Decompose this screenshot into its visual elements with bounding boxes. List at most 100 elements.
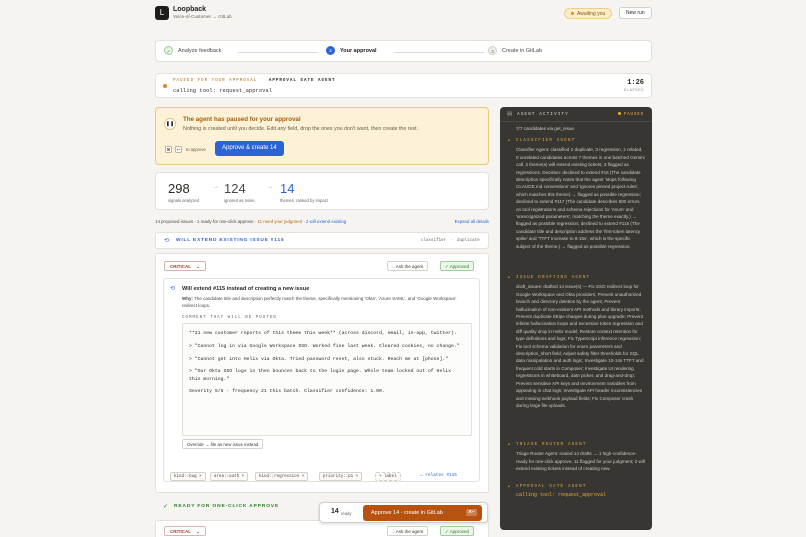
comment-body[interactable]: **21 new customer reports of this theme … — [182, 323, 472, 436]
app-logo: L — [155, 6, 169, 20]
tool-line: calling tool: request_approval — [173, 87, 273, 94]
signal-counts: 298 signals analyzed → 124 ignored as no… — [155, 172, 489, 210]
step-create[interactable]: 3 Create in GitLab — [488, 46, 542, 57]
check-icon: ✓ — [164, 46, 173, 56]
label-chip[interactable]: priority::p1 × — [319, 472, 363, 481]
new-run-button[interactable]: New run — [619, 7, 652, 19]
chevron-down-icon: ⌄ — [196, 264, 200, 269]
step-analyze[interactable]: ✓ Analyze feedback — [164, 46, 221, 57]
enter-key-icon: ↵ — [175, 146, 182, 153]
comment-title: COMMENT THAT WILL BE POSTED — [182, 316, 277, 320]
app-subtitle: Voice-of-Customer → GitLab — [173, 14, 232, 19]
entry-title: CLASSIFIER AGENT — [516, 139, 576, 143]
ask-agent-button[interactable]: ◌ Ask the agent — [387, 261, 429, 271]
expand-all-link[interactable]: Expand all details — [455, 219, 489, 224]
section-title: READY FOR ONE-CLICK APPROVE — [174, 504, 280, 509]
step-label: Analyze feedback — [178, 48, 222, 54]
panel-title: AGENT ACTIVITY — [517, 112, 569, 117]
ask-agent-button[interactable]: ◌ Ask the agent — [387, 526, 429, 536]
activity-entry: • ISSUE DRAFTING AGENT draft_issues: dra… — [508, 275, 645, 409]
shortcut-key-icon: ⌘↵ — [466, 509, 477, 516]
count-signals: 298 signals analyzed — [168, 181, 199, 203]
pause-icon: ❚❚ — [164, 118, 176, 130]
count-label: ignored as noise — [224, 198, 255, 203]
status-text: PAUSED FOR YOUR APPROVAL — [173, 79, 258, 83]
section-extend-header[interactable]: ⟲ WILL EXTEND EXISTING ISSUE #115 classi… — [155, 232, 489, 249]
step-approval[interactable]: 2 Your approval — [326, 46, 377, 57]
banner-title: The agent has paused for your approval — [183, 116, 301, 123]
chevron-down-icon: ⌄ — [196, 529, 200, 534]
add-label-button[interactable]: + label — [375, 472, 401, 481]
label-chip[interactable]: kind::bug × — [170, 472, 206, 481]
ask-agent-label: Ask the agent — [395, 264, 424, 269]
why-text: The candidate title and description perf… — [182, 296, 457, 308]
count-value: 124 — [224, 181, 246, 196]
approved-toggle[interactable]: ✓ Approved — [440, 526, 475, 536]
count-label: themes, ranked by impact — [280, 198, 328, 203]
step-connector — [238, 52, 318, 53]
entry-body: draft_issues: drafted 14 issue(s) — Fix … — [516, 284, 644, 408]
status-dot-icon — [163, 84, 167, 88]
activity-entry: • CLASSIFIER AGENT Classifier Agent: cla… — [508, 138, 645, 250]
elapsed-time: 1:26 — [627, 79, 644, 87]
step-connector — [394, 52, 484, 53]
arrow-right-icon: → — [213, 184, 219, 190]
agent-activity-panel[interactable]: ▤ AGENT ACTIVITY PAUSED 7/7 candidates v… — [500, 107, 652, 530]
cmd-key-icon: ⌘ — [165, 146, 172, 153]
status-dot-icon — [617, 112, 621, 116]
severity-select[interactable]: CRITICAL ⌄ — [164, 261, 206, 271]
label-chip[interactable]: area::auth × — [210, 472, 249, 481]
severity-value: CRITICAL — [170, 264, 191, 269]
panel-header: ▤ AGENT ACTIVITY PAUSED — [500, 107, 652, 122]
step-label: Your approval — [340, 48, 377, 54]
count-label: signals analyzed — [168, 198, 199, 203]
entry-code: calling tool: request_approval — [516, 492, 607, 499]
label-chip[interactable]: kind::regression × — [255, 472, 309, 481]
step-number: 3 — [488, 46, 497, 56]
tag-classifier: classifier — [421, 239, 447, 243]
bullet-icon: • — [508, 138, 510, 144]
why-explanation: Why: The candidate title and description… — [182, 296, 472, 309]
comment-line: > "Cannot get into Helix via Okta. Tried… — [189, 356, 449, 362]
approved-toggle[interactable]: ✓ Approved — [440, 261, 475, 271]
entry-body: Triage Router Agent: routed 14 drafts → … — [516, 451, 645, 472]
banner-body: Nothing is created until you decide. Edi… — [183, 126, 419, 132]
approve-create-gitlab-button[interactable]: Approve 14 · create in GitLab ⌘↵ — [363, 505, 482, 521]
ready-label: ready — [341, 511, 352, 516]
why-label: Why: — [182, 296, 193, 301]
comment-line: Severity 5/5 · frequency 21 this batch. … — [189, 389, 385, 395]
approved-label: Approved — [449, 264, 470, 269]
paused-label: PAUSED — [623, 112, 644, 117]
activity-entry: • TRIAGE ROUTER AGENT Triage Router Agen… — [508, 442, 645, 473]
awaiting-label: Awaiting you — [577, 11, 606, 17]
comment-line: > "Cannot log in via Google Workspace SS… — [189, 343, 460, 349]
ready-count: 14 — [331, 508, 339, 515]
check-circle-icon: ✓ — [163, 504, 169, 510]
elapsed-label: ELAPSED — [623, 89, 644, 93]
paused-badge: PAUSED — [617, 112, 644, 117]
bullet-icon: • — [508, 484, 510, 490]
count-themes: 14 themes, ranked by impact — [280, 181, 328, 203]
summary-ready: 1 ready for one-click approve — [196, 219, 254, 224]
entry-title: TRIAGE ROUTER AGENT — [516, 443, 587, 447]
override-button[interactable]: Override → file as new issue instead — [182, 439, 264, 449]
shortcut-hint: to approve — [186, 147, 206, 152]
proposal-summary: 14 proposed issues · 1 ready for one-cli… — [155, 219, 489, 224]
summary-judgment: 11 need your judgment — [257, 219, 303, 224]
activity-entry: 7/7 candidates via get_issue. — [508, 125, 645, 132]
activity-icon: ▤ — [507, 111, 513, 117]
relates-link[interactable]: ↔ relates #115 — [420, 473, 457, 478]
app-name: Loopback — [173, 6, 207, 13]
approved-label: Approved — [449, 529, 470, 534]
step-label: Create in GitLab — [502, 48, 543, 54]
status-dot-icon — [571, 12, 574, 16]
severity-select[interactable]: CRITICAL ⌄ — [164, 526, 206, 536]
bullet-icon: • — [508, 442, 510, 448]
tag-separator: · — [451, 239, 454, 243]
entry-title: ISSUE DRAFTING AGENT — [516, 276, 591, 280]
tag-duplicate: duplicate — [457, 239, 480, 243]
step-number: 2 — [326, 46, 335, 56]
gate-name: APPROVAL GATE AGENT — [268, 79, 336, 83]
approve-create-button[interactable]: Approve & create 14 — [215, 141, 284, 156]
count-ignored: 124 ignored as noise — [224, 181, 255, 203]
